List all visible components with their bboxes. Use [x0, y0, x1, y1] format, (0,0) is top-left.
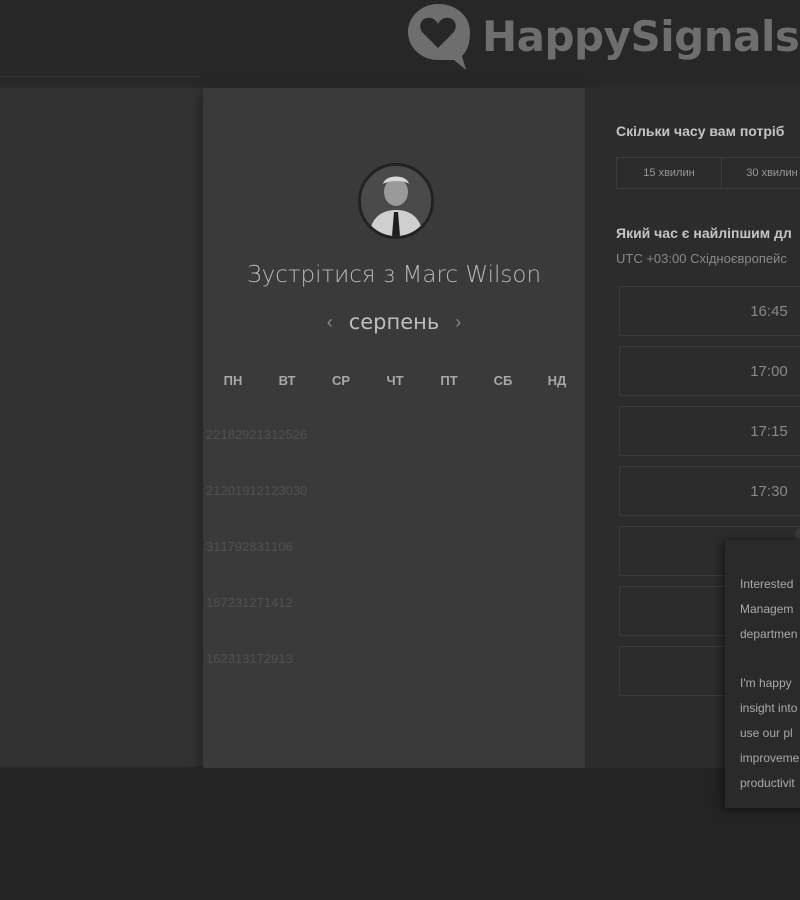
calendar-day: 31: [206, 539, 221, 554]
popup-line: productivit: [740, 776, 795, 790]
calendar-day: 29: [234, 427, 250, 442]
time-question: Який час є найліпшим дл: [616, 225, 792, 241]
calendar-day: 3: [242, 651, 250, 666]
calendar-day: 18: [206, 595, 221, 610]
calendar-day: 9: [234, 539, 243, 554]
popup-line: I'm happy: [740, 676, 792, 690]
popup-line: Managem: [740, 602, 794, 616]
calendar-week: 31 17 9 28 31 10 6: [206, 538, 293, 594]
popup-line: improveme: [740, 751, 800, 765]
calendar-day: 12: [278, 595, 293, 610]
weekday-sat: СБ: [493, 373, 513, 388]
weekday-thu: ЧТ: [386, 373, 404, 388]
calendar-day: 29: [263, 651, 279, 666]
duration-option-15[interactable]: 15 хвилин: [616, 157, 722, 189]
time-slot[interactable]: 16:45: [619, 286, 800, 336]
time-slot[interactable]: 17:30: [619, 466, 800, 516]
calendar-day: 16: [206, 651, 221, 666]
page-footer-area: [0, 768, 800, 900]
heart-logo-icon: [404, 0, 472, 72]
brand-name: HappySignals: [482, 11, 800, 61]
time-slot[interactable]: 17:15: [619, 406, 800, 456]
calendar-day: 30: [278, 483, 293, 498]
meet-title: Зустрітися з Marc Wilson: [246, 262, 542, 288]
weekday-wed: СР: [331, 373, 351, 388]
weekday-sun: НД: [547, 373, 567, 388]
calendar-day: 12: [263, 483, 279, 498]
weekday-fri: ПТ: [440, 373, 458, 388]
calendar-week: 18 7 2 31 27 14 12: [206, 594, 293, 650]
month-navigation: ‹ серпень ›: [203, 310, 585, 334]
brand-logo[interactable]: HappySignals: [404, 0, 800, 72]
calendar-day: 23: [220, 651, 235, 666]
popup-line: insight into: [740, 701, 798, 715]
calendar-day: 17: [249, 651, 264, 666]
timezone-label[interactable]: UTC +03:00 Східноєвропейс: [616, 251, 787, 266]
calendar-day: 6: [285, 539, 293, 554]
calendar-day: 12: [249, 483, 264, 498]
next-month-chevron-icon[interactable]: ›: [455, 312, 461, 333]
calendar-day: 25: [278, 427, 293, 442]
calendar-week: 16 23 1 3 17 29 13: [206, 650, 293, 706]
calendar-day: 10: [271, 539, 286, 554]
calendar-day: 31: [256, 539, 272, 554]
calendar-day: 7: [220, 595, 228, 610]
weekday-tue: ВТ: [278, 373, 296, 388]
calendar-day: 13: [278, 651, 293, 666]
calendar-day: 26: [292, 427, 308, 442]
calendar-day: 1: [234, 651, 243, 666]
calendar-grid: 22 18 29 21 31 25 26 21 20 19 12 12 30 3…: [206, 426, 307, 706]
calendar-day: 17: [220, 539, 235, 554]
header-bar: HappySignals: [0, 0, 800, 84]
calendar-day: 22: [206, 427, 221, 442]
calendar-day: 18: [220, 427, 235, 442]
calendar-day: 21: [206, 483, 221, 498]
calendar-week: 22 18 29 21 31 25 26: [206, 426, 307, 482]
host-card: Зустрітися з Marc Wilson ‹ серпень › ПН …: [203, 88, 585, 768]
popup-line: Interested: [740, 577, 794, 591]
popup-line: departmen: [740, 627, 798, 641]
duration-question: Скільки часу вам потріб: [616, 123, 785, 139]
popup-paragraph: Interested Managem departmen: [740, 572, 800, 647]
calendar-day: 27: [249, 595, 264, 610]
time-slot[interactable]: 17:00: [619, 346, 800, 396]
popup-line: use our pl: [740, 726, 793, 740]
duration-option-30[interactable]: 30 хвилин: [722, 157, 800, 189]
header-divider: [0, 76, 200, 77]
weekday-header: ПН ВТ СР ЧТ ПТ СБ НД: [206, 373, 584, 388]
chat-popup[interactable]: Interested Managem departmen I'm happy i…: [725, 540, 800, 808]
popup-paragraph: I'm happy insight into use our pl improv…: [740, 671, 800, 796]
calendar-day: 31: [263, 427, 279, 442]
month-label: серпень: [348, 310, 440, 334]
calendar-day: 20: [220, 483, 235, 498]
left-backdrop: [0, 88, 203, 766]
duration-selector: 15 хвилин 30 хвилин: [616, 157, 800, 189]
calendar-day: 30: [292, 483, 308, 498]
prev-month-chevron-icon[interactable]: ‹: [327, 312, 333, 333]
calendar-week: 21 20 19 12 12 30 30: [206, 482, 307, 538]
calendar-day: 31: [234, 595, 250, 610]
calendar-day: 21: [249, 427, 264, 442]
popup-anchor-icon: [795, 528, 800, 540]
calendar-day: 19: [234, 483, 250, 498]
calendar-day: 28: [242, 539, 257, 554]
calendar-day: 14: [263, 595, 279, 610]
avatar: [358, 163, 434, 239]
weekday-mon: ПН: [223, 373, 243, 388]
calendar-day: 2: [227, 595, 235, 610]
